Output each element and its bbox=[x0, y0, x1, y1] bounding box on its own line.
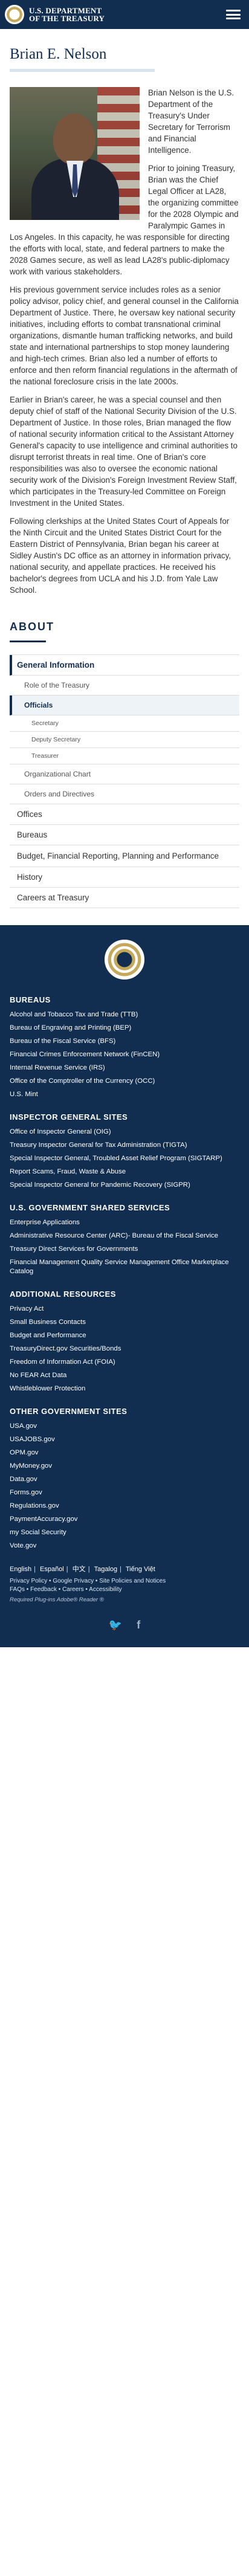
footer-link[interactable]: Whistleblower Protection bbox=[10, 1383, 239, 1396]
nav-offices[interactable]: Offices bbox=[10, 804, 239, 825]
footer-link[interactable]: Data.gov bbox=[10, 1473, 239, 1487]
side-nav: General Information Role of the Treasury… bbox=[10, 654, 239, 908]
nav-careers[interactable]: Careers at Treasury bbox=[10, 888, 239, 908]
required-plugins[interactable]: Required Plug-ins Adobe® Reader ® bbox=[10, 1596, 239, 1603]
nav-bureaus[interactable]: Bureaus bbox=[10, 825, 239, 845]
language-link[interactable]: Español bbox=[40, 1566, 64, 1573]
page-title: Brian E. Nelson bbox=[10, 46, 107, 62]
footer-link[interactable]: TreasuryDirect.gov Securities/Bonds bbox=[10, 1343, 239, 1356]
language-link[interactable]: Tagalog bbox=[94, 1566, 118, 1573]
footer-link[interactable]: USA.gov bbox=[10, 1420, 239, 1433]
language-link[interactable]: 中文 bbox=[73, 1566, 86, 1573]
footer-ig-sites: INSPECTOR GENERAL SITES Office of Inspec… bbox=[10, 1112, 239, 1192]
nav-org-chart[interactable]: Organizational Chart bbox=[10, 764, 239, 784]
footer-link[interactable]: Office of Inspector General (OIG) bbox=[10, 1126, 239, 1139]
footer-link[interactable]: Financial Management Quality Service Man… bbox=[10, 1256, 239, 1279]
footer-link[interactable]: Bureau of the Fiscal Service (BFS) bbox=[10, 1035, 239, 1048]
nav-budget[interactable]: Budget, Financial Reporting, Planning an… bbox=[10, 845, 239, 867]
footer-additional-resources: ADDITIONAL RESOURCES Privacy Act Small B… bbox=[10, 1290, 239, 1396]
twitter-icon[interactable]: 🐦 bbox=[109, 1619, 122, 1632]
footer-link[interactable]: Enterprise Applications bbox=[10, 1216, 239, 1230]
legal-link[interactable]: Careers bbox=[62, 1586, 84, 1593]
nav-orders-directives[interactable]: Orders and Directives bbox=[10, 784, 239, 804]
nav-officials[interactable]: Officials bbox=[10, 696, 239, 715]
footer-link[interactable]: OPM.gov bbox=[10, 1447, 239, 1460]
legal-link[interactable]: Accessibility bbox=[89, 1586, 121, 1593]
footer-link[interactable]: MyMoney.gov bbox=[10, 1460, 239, 1473]
footer-section-title: ADDITIONAL RESOURCES bbox=[10, 1290, 116, 1299]
treasury-seal-icon bbox=[105, 940, 144, 980]
facebook-icon[interactable]: f bbox=[137, 1619, 140, 1632]
bio-paragraph: His previous government service includes… bbox=[10, 285, 239, 386]
legal-link[interactable]: Privacy Policy bbox=[10, 1578, 47, 1584]
legal-link[interactable]: Google Privacy bbox=[53, 1578, 94, 1584]
about-heading: ABOUT bbox=[10, 621, 54, 633]
treasury-seal-icon[interactable] bbox=[5, 5, 24, 24]
footer-link[interactable]: PaymentAccuracy.gov bbox=[10, 1513, 239, 1526]
brand-line-2: OF THE TREASURY bbox=[29, 14, 105, 23]
legal-links: Privacy Policy • Google Privacy • Site P… bbox=[10, 1578, 166, 1593]
nav-treasurer[interactable]: Treasurer bbox=[10, 748, 239, 764]
bio-section: Brian E. Nelson Brian Nelson is the U.S.… bbox=[0, 46, 249, 602]
footer-link[interactable]: Regulations.gov bbox=[10, 1500, 239, 1513]
footer-link[interactable]: Vote.gov bbox=[10, 1540, 239, 1553]
language-link[interactable]: Tiếng Việt bbox=[126, 1566, 155, 1573]
footer-link[interactable]: Internal Revenue Service (IRS) bbox=[10, 1062, 239, 1075]
nav-general-information[interactable]: General Information bbox=[10, 655, 239, 676]
footer-link[interactable]: No FEAR Act Data bbox=[10, 1369, 239, 1383]
footer-link[interactable]: Financial Crimes Enforcement Network (Fi… bbox=[10, 1048, 239, 1062]
footer-link[interactable]: Bureau of Engraving and Printing (BEP) bbox=[10, 1022, 239, 1035]
footer-section-title: INSPECTOR GENERAL SITES bbox=[10, 1112, 128, 1122]
legal-link[interactable]: FAQs bbox=[10, 1586, 25, 1593]
footer-section-title: BUREAUS bbox=[10, 995, 51, 1004]
footer-link[interactable]: Budget and Performance bbox=[10, 1329, 239, 1343]
footer-section-title: OTHER GOVERNMENT SITES bbox=[10, 1407, 128, 1416]
bio-paragraph: Earlier in Brian's career, he was a spec… bbox=[10, 395, 238, 508]
nav-secretary[interactable]: Secretary bbox=[10, 715, 239, 732]
legal-link[interactable]: Site Policies and Notices bbox=[99, 1578, 166, 1584]
footer-link[interactable]: Forms.gov bbox=[10, 1487, 239, 1500]
title-underline bbox=[10, 69, 155, 72]
social-links: 🐦 f bbox=[10, 1619, 239, 1632]
footer-link[interactable]: Freedom of Information Act (FOIA) bbox=[10, 1356, 239, 1369]
footer-link[interactable]: Administrative Resource Center (ARC)- Bu… bbox=[10, 1230, 239, 1243]
nav-deputy-secretary[interactable]: Deputy Secretary bbox=[10, 732, 239, 748]
footer-link[interactable]: U.S. Mint bbox=[10, 1088, 239, 1102]
nav-history[interactable]: History bbox=[10, 867, 239, 888]
footer-other-sites: OTHER GOVERNMENT SITES USA.gov USAJOBS.g… bbox=[10, 1407, 239, 1553]
footer-bureaus: BUREAUS Alcohol and Tobacco Tax and Trad… bbox=[10, 995, 239, 1102]
footer-link[interactable]: Small Business Contacts bbox=[10, 1316, 239, 1329]
footer-link[interactable]: Special Inspector General, Troubled Asse… bbox=[10, 1152, 239, 1166]
footer-link[interactable]: Office of the Comptroller of the Currenc… bbox=[10, 1075, 239, 1088]
footer-link[interactable]: Treasury Inspector General for Tax Admin… bbox=[10, 1139, 239, 1152]
about-section: ABOUT General Information Role of the Tr… bbox=[0, 621, 249, 908]
footer-link[interactable]: Special Inspector General for Pandemic R… bbox=[10, 1179, 239, 1192]
footer-link[interactable]: Report Scams, Fraud, Waste & Abuse bbox=[10, 1166, 239, 1179]
footer-shared-services: U.S. GOVERNMENT SHARED SERVICES Enterpri… bbox=[10, 1203, 239, 1279]
bio-paragraph: Following clerkships at the United State… bbox=[10, 517, 231, 595]
site-footer: BUREAUS Alcohol and Tobacco Tax and Trad… bbox=[0, 925, 249, 1647]
legal-link[interactable]: Feedback bbox=[30, 1586, 57, 1593]
footer-link[interactable]: my Social Security bbox=[10, 1526, 239, 1540]
footer-link[interactable]: Treasury Direct Services for Governments bbox=[10, 1243, 239, 1256]
bio-body: Brian Nelson is the U.S. Department of t… bbox=[10, 87, 239, 602]
footer-link[interactable]: Privacy Act bbox=[10, 1303, 239, 1316]
language-links: English | Español | 中文 | Tagalog | Tiếng Việ… bbox=[10, 1566, 155, 1573]
site-brand[interactable]: U.S. DEPARTMENT OF THE TREASURY bbox=[29, 7, 105, 22]
about-heading-bar bbox=[10, 641, 46, 642]
nav-role-of-treasury[interactable]: Role of the Treasury bbox=[10, 676, 239, 696]
footer-link[interactable]: Alcohol and Tobacco Tax and Trade (TTB) bbox=[10, 1009, 239, 1022]
official-portrait bbox=[10, 87, 140, 220]
menu-icon[interactable] bbox=[225, 7, 242, 22]
footer-section-title: U.S. GOVERNMENT SHARED SERVICES bbox=[10, 1203, 170, 1212]
language-link[interactable]: English bbox=[10, 1566, 31, 1573]
footer-link[interactable]: USAJOBS.gov bbox=[10, 1433, 239, 1447]
site-header: U.S. DEPARTMENT OF THE TREASURY bbox=[0, 0, 249, 29]
